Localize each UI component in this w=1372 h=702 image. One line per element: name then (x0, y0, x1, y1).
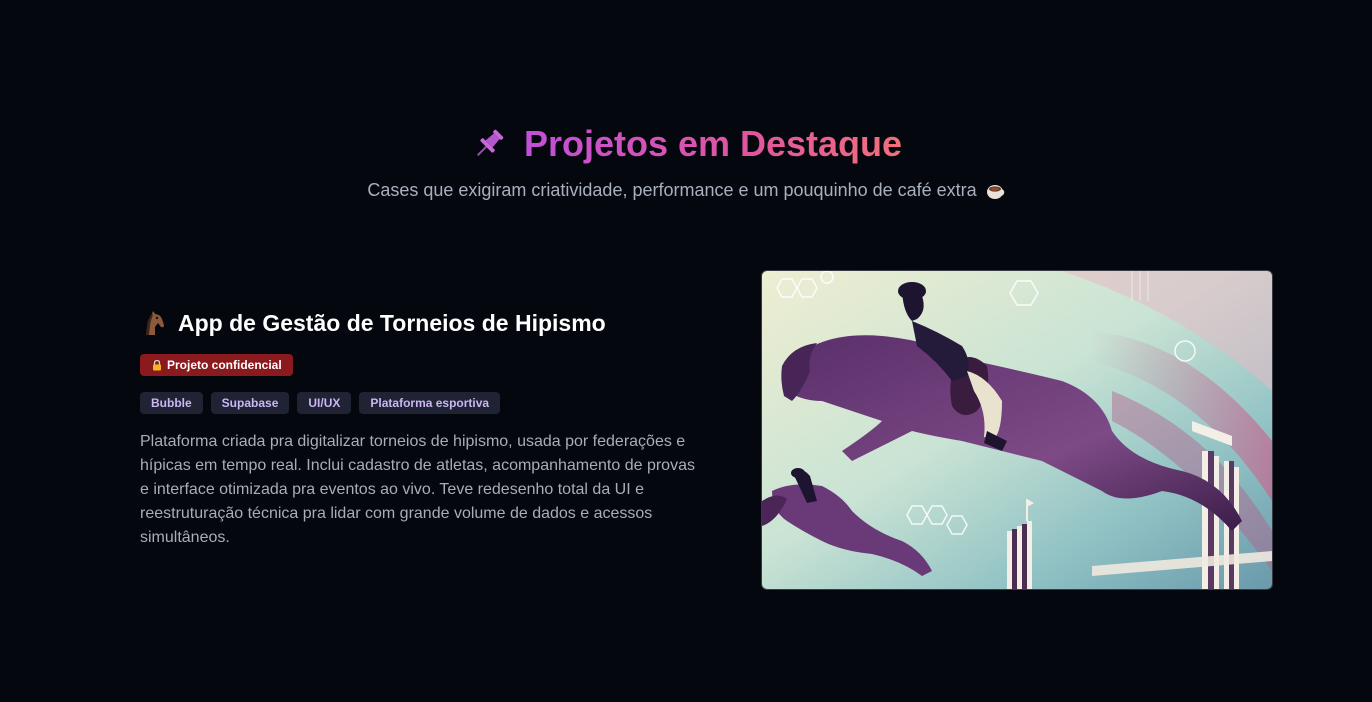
confidential-badge-label: Projeto confidencial (167, 358, 282, 372)
project-image[interactable] (761, 270, 1273, 590)
tag-supabase: Supabase (210, 392, 290, 414)
section-subtitle: Cases que exigiram criatividade, perform… (367, 180, 977, 200)
section-header: Projetos em Destaque Cases que exigiram … (0, 122, 1372, 201)
project-title: App de Gestão de Torneios de Hipismo (178, 309, 606, 336)
project-description: Plataforma criada pra digitalizar tornei… (140, 433, 695, 546)
page: Projetos em Destaque Cases que exigiram … (0, 0, 1372, 702)
project-card: App de Gestão de Torneios de Hipismo Pro… (140, 306, 700, 550)
section-title: Projetos em Destaque (523, 123, 903, 164)
show-jumping-illustration (762, 271, 1272, 589)
tag-bubble: Bubble (140, 392, 203, 414)
lock-icon (151, 359, 163, 371)
section-subtitle-row: Cases que exigiram criatividade, perform… (367, 180, 1004, 201)
project-title-row: App de Gestão de Torneios de Hipismo (140, 306, 700, 340)
pushpin-icon (470, 125, 508, 163)
tag-list: Bubble Supabase UI/UX Plataforma esporti… (140, 392, 700, 414)
coffee-icon (985, 181, 1005, 201)
tag-ui-ux: UI/UX (297, 392, 352, 414)
tag-plataforma-esportiva: Plataforma esportiva (359, 392, 501, 414)
title-row: Projetos em Destaque (470, 122, 902, 166)
horse-icon (140, 309, 168, 337)
confidential-badge: Projeto confidencial (140, 354, 293, 376)
